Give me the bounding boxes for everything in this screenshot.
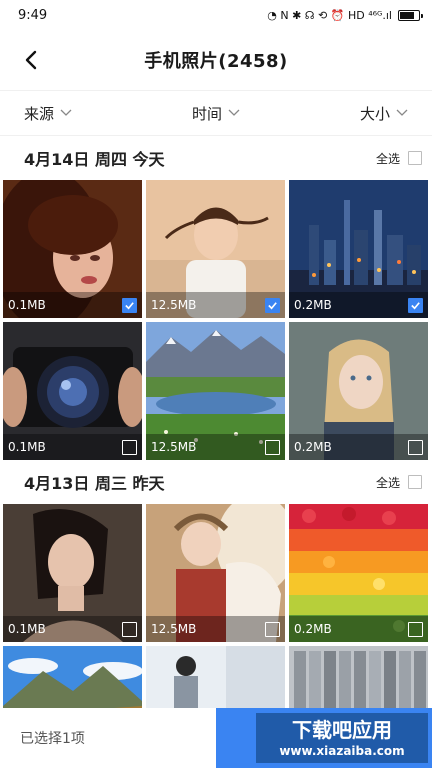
- confirm-button[interactable]: 下载吧应用 www.xiazaiba.com: [216, 708, 432, 768]
- watermark-logo: 下载吧应用 www.xiazaiba.com: [256, 713, 428, 763]
- status-bar: 9:49 ◔ N ✱ ☊ ⟲ ⏰ HD ⁴⁶ᴳ.ıl: [0, 0, 432, 30]
- select-all-label: 全选: [375, 151, 400, 166]
- filter-source-label: 来源: [24, 104, 55, 123]
- photo-tile[interactable]: 0.2MB: [289, 504, 428, 642]
- select-all-checkbox[interactable]: [408, 475, 422, 489]
- photo-checkbox[interactable]: [408, 439, 423, 455]
- photo-size: 0.2MB: [294, 440, 332, 454]
- photo-info-bar: 0.1MB: [3, 434, 142, 460]
- filter-source[interactable]: 来源: [24, 103, 72, 124]
- select-all-label: 全选: [375, 475, 400, 490]
- photo-info-bar: 0.2MB: [289, 434, 428, 460]
- chevron-down-icon: [396, 109, 408, 116]
- photo-checkbox[interactable]: [408, 297, 423, 313]
- svg-text:www.xiazaiba.com: www.xiazaiba.com: [279, 744, 404, 758]
- photo-size: 12.5MB: [151, 440, 197, 454]
- status-icons: ◔ N ✱ ☊ ⟲ ⏰ HD ⁴⁶ᴳ.ıl: [267, 8, 423, 22]
- back-chevron-icon[interactable]: [20, 48, 44, 72]
- photo-tile[interactable]: 0.1MB: [3, 504, 142, 642]
- selected-count: 已选择1项: [20, 731, 85, 747]
- battery-icon: [398, 9, 423, 21]
- filter-bar: 来源 时间 大小: [0, 90, 432, 136]
- photo-info-bar: 0.1MB: [3, 292, 142, 318]
- photo-checkbox[interactable]: [265, 439, 280, 455]
- photo-checkbox[interactable]: [122, 297, 137, 313]
- photo-tile[interactable]: 0.2MB: [289, 322, 428, 460]
- svg-text:下载吧应用: 下载吧应用: [292, 718, 392, 742]
- date-section-header: 4月13日 周三 昨天 全选: [0, 460, 432, 504]
- photo-checkbox[interactable]: [122, 439, 137, 455]
- photo-checkbox[interactable]: [265, 621, 280, 637]
- photo-size: 0.1MB: [8, 440, 46, 454]
- select-all-toggle[interactable]: 全选: [376, 150, 422, 167]
- photo-tile[interactable]: 12.5MB: [146, 180, 285, 318]
- filter-time-label: 时间: [191, 104, 222, 123]
- photo-size: 0.1MB: [8, 298, 46, 312]
- chevron-down-icon: [228, 109, 240, 116]
- photo-info-bar: 0.2MB: [289, 292, 428, 318]
- photo-size: 12.5MB: [151, 622, 197, 636]
- chevron-down-icon: [60, 109, 72, 116]
- photo-info-bar: 12.5MB: [146, 616, 285, 642]
- photo-info-bar: 12.5MB: [146, 434, 285, 460]
- title-bar: 手机照片(2458): [0, 30, 432, 90]
- select-all-checkbox[interactable]: [408, 151, 422, 165]
- check-icon: [268, 301, 277, 309]
- photo-info-bar: 0.2MB: [289, 616, 428, 642]
- photo-tile[interactable]: 12.5MB: [146, 322, 285, 460]
- photo-tile[interactable]: 0.1MB: [3, 322, 142, 460]
- select-all-toggle[interactable]: 全选: [376, 474, 422, 491]
- photo-size: 0.2MB: [294, 622, 332, 636]
- status-time: 9:49: [18, 7, 48, 23]
- photo-checkbox[interactable]: [408, 621, 423, 637]
- selection-footer: 已选择1项 下载吧应用 www.xiazaiba.com: [0, 708, 432, 768]
- date-section-title: 4月13日 周三 昨天: [24, 474, 165, 493]
- filter-size-label: 大小: [359, 104, 390, 123]
- photo-size: 12.5MB: [151, 298, 197, 312]
- check-icon: [411, 301, 420, 309]
- status-indicator-icons: ◔ N ✱ ☊ ⟲ ⏰ HD ⁴⁶ᴳ.ıl: [267, 8, 392, 22]
- photo-info-bar: 12.5MB: [146, 292, 285, 318]
- date-section-header: 4月14日 周四 今天 全选: [0, 136, 432, 180]
- photo-size: 0.1MB: [8, 622, 46, 636]
- date-section-title: 4月14日 周四 今天: [24, 150, 165, 169]
- check-icon: [125, 301, 134, 309]
- photo-checkbox[interactable]: [122, 621, 137, 637]
- photo-info-bar: 0.1MB: [3, 616, 142, 642]
- photo-tile[interactable]: 12.5MB: [146, 504, 285, 642]
- filter-size[interactable]: 大小: [360, 103, 408, 124]
- page-title: 手机照片(2458): [144, 51, 288, 72]
- filter-time[interactable]: 时间: [192, 103, 240, 124]
- photo-tile[interactable]: 0.2MB: [289, 180, 428, 318]
- photo-tile[interactable]: 0.1MB: [3, 180, 142, 318]
- photo-checkbox[interactable]: [265, 297, 280, 313]
- photo-size: 0.2MB: [294, 298, 332, 312]
- photo-grid: 0.1MB 12.5MB 0.2MB 0.1MB 12.5MB 0.2MB: [0, 180, 432, 460]
